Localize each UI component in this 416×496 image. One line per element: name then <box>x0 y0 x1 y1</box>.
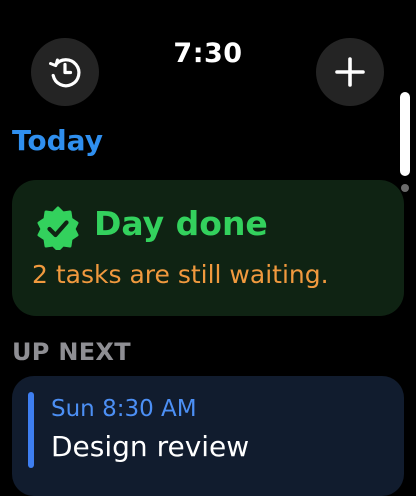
history-button[interactable] <box>31 38 99 106</box>
day-done-card[interactable]: Day done 2 tasks are still waiting. <box>12 180 404 316</box>
scroll-indicator[interactable] <box>400 92 410 192</box>
event-card[interactable]: Sun 8:30 AM Design review <box>12 376 404 496</box>
event-color-bar <box>28 392 34 468</box>
plus-icon <box>335 57 365 87</box>
tasks-waiting-text: 2 tasks are still waiting. <box>32 260 329 289</box>
event-title: Design review <box>51 430 250 463</box>
checkmark-seal-icon <box>37 206 79 250</box>
scroll-end-dot <box>401 184 409 192</box>
clock-time: 7:30 <box>173 38 243 69</box>
scroll-thumb[interactable] <box>400 92 410 176</box>
section-header-today: Today <box>12 124 103 157</box>
event-time: Sun 8:30 AM <box>51 396 197 422</box>
clock-history-icon <box>49 58 81 88</box>
section-header-up-next: UP NEXT <box>12 338 131 366</box>
watch-screen: 7:30 Today Day done 2 tasks are still wa… <box>0 0 416 496</box>
add-button[interactable] <box>316 38 384 106</box>
day-done-title: Day done <box>94 204 268 243</box>
